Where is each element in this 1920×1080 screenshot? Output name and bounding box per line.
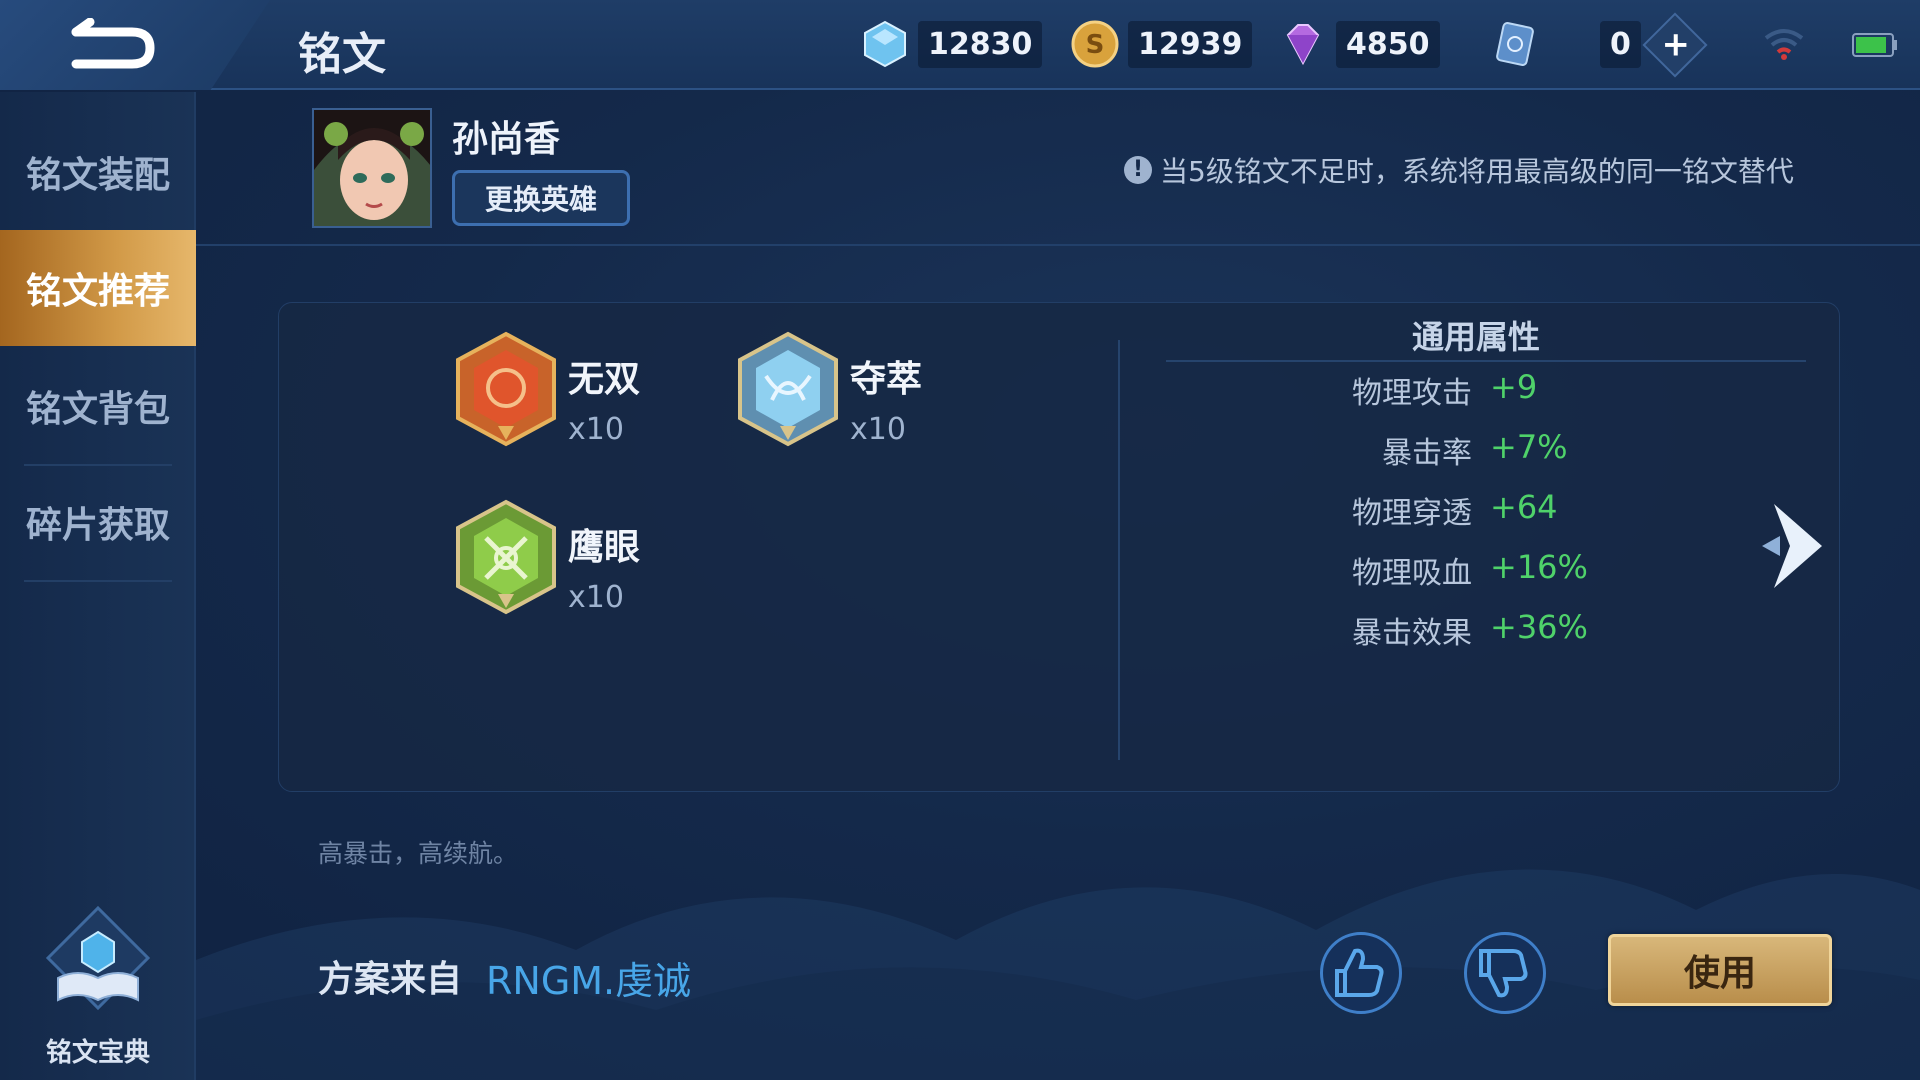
sidebar-item-equip[interactable]: 铭文装配	[0, 114, 196, 230]
back-arrow-icon	[71, 17, 155, 69]
inscription-name: 鹰眼	[568, 527, 641, 568]
attributes-title: 通用属性	[1412, 318, 1541, 356]
sidebar-divider	[24, 580, 172, 582]
dislike-button[interactable]	[1464, 932, 1546, 1014]
svg-text:S: S	[1086, 30, 1105, 60]
green-inscription-icon	[456, 499, 556, 615]
attribute-name: 物理吸血	[1352, 556, 1472, 591]
change-hero-button[interactable]: 更换英雄	[452, 170, 630, 226]
gold-value: 12939	[1128, 20, 1253, 68]
source-label: 方案来自	[318, 959, 463, 1000]
inscription-info: 夺萃 x10	[850, 350, 922, 447]
sidebar-item-fragments[interactable]: 碎片获取	[0, 464, 196, 580]
inscription-count: x10	[568, 580, 624, 615]
sidebar-item-label: 铭文背包	[25, 389, 170, 430]
inscription-name: 夺萃	[850, 359, 923, 400]
inscription-info: 鹰眼 x10	[568, 518, 640, 615]
notice-text: 当5级铭文不足时，系统将用最高级的同一铭文替代	[1160, 155, 1794, 188]
attribute-value: +36%	[1490, 608, 1588, 646]
sidebar-item-label: 铭文装配	[25, 155, 170, 196]
gold-coin-icon: S	[1071, 20, 1119, 68]
gem-value: 4850	[1336, 20, 1440, 68]
diamond-icon	[864, 20, 906, 68]
inscription-name: 无双	[568, 359, 641, 400]
codex-button[interactable]: 铭文宝典	[30, 904, 166, 1074]
plus-icon: +	[1661, 24, 1690, 65]
currency-card: 0	[1490, 18, 1641, 70]
attribute-value: +9	[1490, 368, 1538, 406]
thumbs-down-icon	[1479, 949, 1528, 998]
card-icon	[1496, 22, 1534, 66]
inscription-item[interactable]: 夺萃 x10	[736, 330, 922, 448]
attribute-name: 物理攻击	[1352, 376, 1472, 411]
attribute-row: 物理穿透 +64	[1120, 488, 1620, 534]
info-icon: !	[1124, 156, 1152, 184]
hero-avatar-image	[314, 110, 430, 226]
source-author-link[interactable]: RNGM.虔诚	[486, 950, 691, 1005]
purple-gem-icon	[1286, 24, 1320, 66]
inscription-item[interactable]: 鹰眼 x10	[454, 498, 640, 616]
plan-description: 高暴击，高续航。	[318, 839, 519, 868]
battery-icon	[1852, 33, 1897, 57]
page-title: 铭文	[298, 29, 386, 80]
currency-gold: S 12939	[1070, 18, 1253, 70]
back-button[interactable]	[62, 17, 158, 72]
attribute-row: 暴击效果 +36%	[1120, 608, 1620, 654]
next-arrow-icon[interactable]	[1760, 498, 1830, 594]
add-currency-button[interactable]: +	[1642, 12, 1708, 78]
inscription-count: x10	[850, 412, 906, 447]
inscription-count: x10	[568, 412, 624, 447]
sidebar-item-bag[interactable]: 铭文背包	[0, 348, 196, 464]
diamond-value: 12830	[918, 20, 1043, 68]
hero-portrait	[312, 108, 432, 228]
attribute-value: +7%	[1490, 428, 1568, 466]
book-icon	[45, 905, 151, 1011]
notice: ! 当5级铭文不足时，系统将用最高级的同一铭文替代	[1124, 150, 1794, 190]
attribute-name: 暴击率	[1382, 436, 1472, 471]
inscription-info: 无双 x10	[568, 350, 640, 447]
mountain-background	[196, 869, 1920, 1080]
red-inscription-icon	[456, 331, 556, 447]
attribute-name: 暴击效果	[1352, 616, 1472, 651]
attribute-value: +16%	[1490, 548, 1588, 586]
thumbs-up-icon	[1335, 948, 1384, 997]
top-bar: 铭文 12830 S 12939 4850 0 +	[0, 0, 1920, 90]
hero-name: 孙尚香	[452, 119, 561, 160]
like-button[interactable]	[1320, 932, 1402, 1014]
codex-label: 铭文宝典	[45, 1038, 150, 1068]
inscription-item[interactable]: 无双 x10	[454, 330, 640, 448]
attribute-row: 物理攻击 +9	[1120, 368, 1620, 414]
blue-inscription-icon	[738, 331, 838, 447]
sidebar-item-label: 碎片获取	[25, 505, 170, 546]
attributes-divider	[1166, 360, 1806, 362]
currency-diamond: 12830	[860, 18, 1043, 70]
attribute-row: 物理吸血 +16%	[1120, 548, 1620, 594]
sidebar-item-label: 铭文推荐	[25, 271, 170, 312]
card-value: 0	[1600, 20, 1641, 68]
attribute-row: 暴击率 +7%	[1120, 428, 1620, 474]
use-button[interactable]: 使用	[1608, 934, 1832, 1006]
attribute-name: 物理穿透	[1352, 496, 1472, 531]
header-divider	[196, 244, 1920, 246]
sidebar-item-recommend[interactable]: 铭文推荐	[0, 230, 196, 346]
attribute-value: +64	[1490, 488, 1558, 526]
currency-gem: 4850	[1278, 18, 1440, 70]
wifi-icon	[1764, 29, 1804, 60]
